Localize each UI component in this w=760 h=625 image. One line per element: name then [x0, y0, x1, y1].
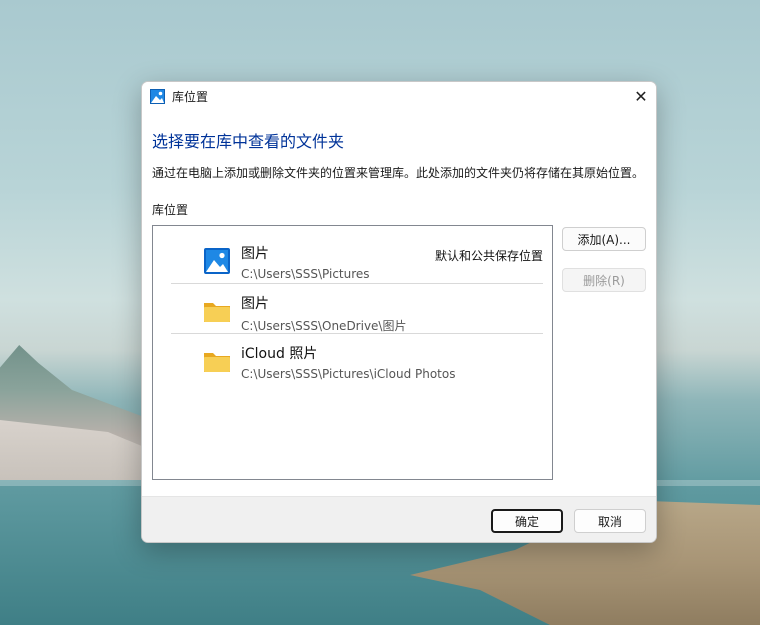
pictures-library-icon: [204, 248, 230, 274]
add-button[interactable]: 添加(A)...: [562, 227, 646, 251]
library-locations-dialog: 库位置 ✕ 选择要在库中查看的文件夹 通过在电脑上添加或删除文件夹的位置来管理库…: [141, 81, 657, 543]
library-locations-label: 库位置: [152, 203, 189, 217]
library-icon: [150, 89, 165, 104]
folder-icon: [204, 303, 230, 322]
window-title: 库位置: [172, 90, 209, 104]
dialog-footer: 确定 取消: [142, 496, 656, 542]
list-item-onedrive-pictures[interactable]: 图片 C:\Users\SSS\OneDrive\图片: [171, 283, 543, 333]
location-name: 图片: [241, 246, 269, 262]
library-locations-list[interactable]: 图片 C:\Users\SSS\Pictures 默认和公共保存位置 图片 C:…: [152, 225, 553, 480]
location-path: C:\Users\SSS\Pictures: [241, 267, 370, 281]
location-path: C:\Users\SSS\Pictures\iCloud Photos: [241, 367, 456, 381]
dialog-description: 通过在电脑上添加或删除文件夹的位置来管理库。此处添加的文件夹仍将存储在其原始位置…: [152, 166, 645, 180]
ok-button[interactable]: 确定: [491, 509, 563, 533]
cancel-button[interactable]: 取消: [574, 509, 646, 533]
list-item-icloud-photos[interactable]: iCloud 照片 C:\Users\SSS\Pictures\iCloud P…: [171, 333, 543, 383]
default-save-location-badge: 默认和公共保存位置: [434, 249, 543, 263]
location-name: 图片: [241, 296, 269, 312]
location-name: iCloud 照片: [241, 346, 318, 362]
close-icon: ✕: [634, 86, 648, 106]
location-path: C:\Users\SSS\OneDrive\图片: [241, 319, 407, 333]
close-button[interactable]: ✕: [626, 82, 656, 110]
dialog-heading: 选择要在库中查看的文件夹: [152, 132, 345, 151]
list-item-pictures[interactable]: 图片 C:\Users\SSS\Pictures 默认和公共保存位置: [171, 233, 543, 283]
remove-button[interactable]: 删除(R): [562, 268, 646, 292]
folder-icon: [204, 353, 230, 372]
title-bar[interactable]: 库位置 ✕: [142, 82, 656, 110]
